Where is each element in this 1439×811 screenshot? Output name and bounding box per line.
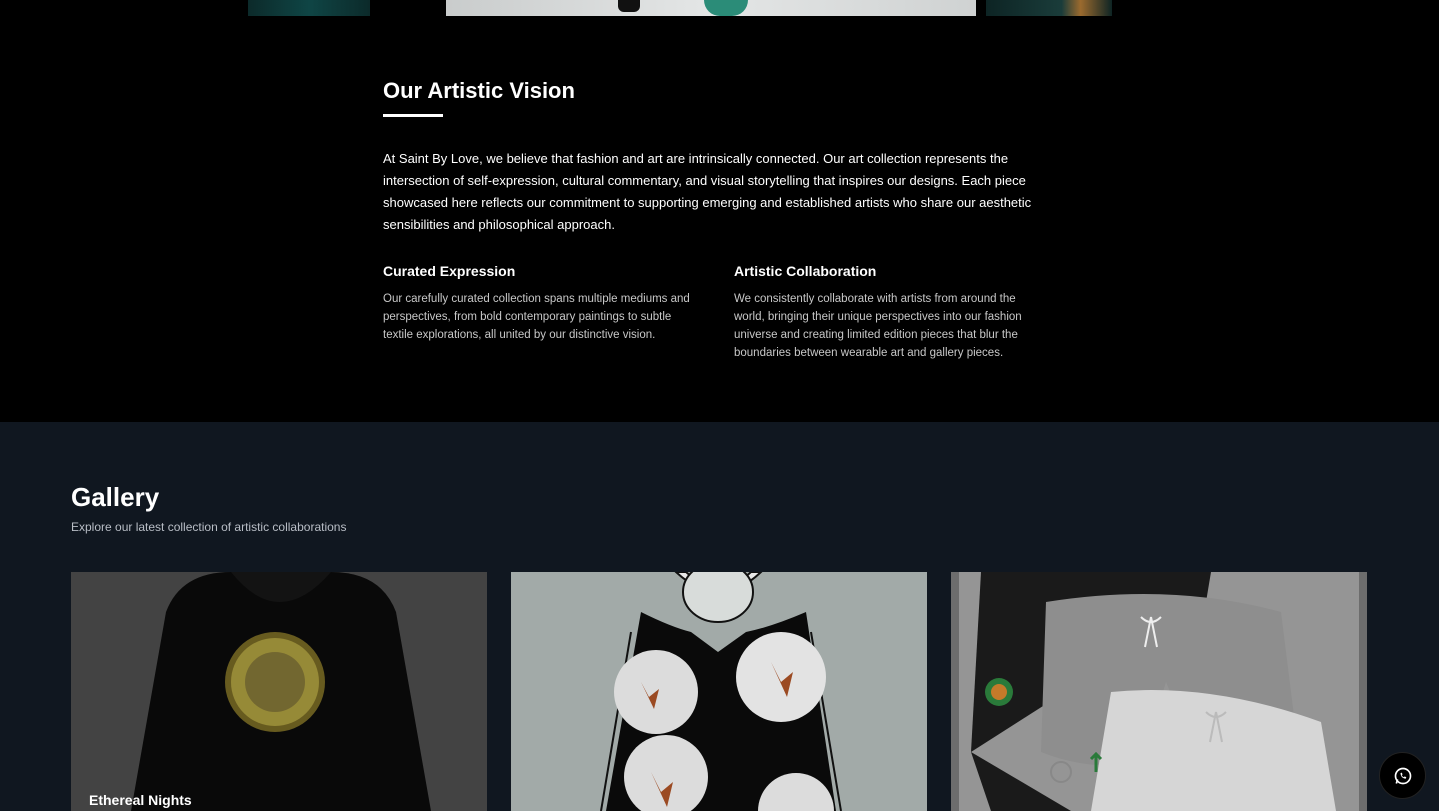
title-underline	[383, 114, 443, 117]
tshirt-image	[511, 572, 927, 811]
gallery-subtitle: Explore our latest collection of artisti…	[71, 520, 347, 534]
art-image-left[interactable]	[248, 0, 370, 16]
feature-curated-expression: Curated Expression Our carefully curated…	[383, 262, 698, 344]
gallery-title: Gallery	[71, 482, 160, 512]
top-image-strip	[0, 0, 1439, 16]
feature-artistic-collaboration: Artistic Collaboration We consistently c…	[734, 262, 1049, 362]
hoodie-image	[71, 572, 487, 811]
gallery-card[interactable]	[951, 572, 1367, 811]
art-image-center[interactable]	[446, 0, 976, 16]
vision-title: Our Artistic Vision	[383, 78, 575, 103]
vision-intro: At Saint By Love, we believe that fashio…	[383, 151, 1032, 232]
art-image-right[interactable]	[986, 0, 1112, 16]
whatsapp-icon	[1394, 767, 1411, 784]
gallery-card[interactable]	[511, 572, 927, 811]
shorts-image	[951, 572, 1367, 811]
artistic-vision-section: Our Artistic Vision At Saint By Love, we…	[383, 78, 1053, 359]
feature-title: Artistic Collaboration	[734, 263, 877, 279]
gallery-card[interactable]: Ethereal Nights	[71, 572, 487, 811]
feature-title: Curated Expression	[383, 263, 516, 279]
feature-text: Our carefully curated collection spans m…	[383, 293, 690, 341]
feature-text: We consistently collaborate with artists…	[734, 293, 1022, 359]
whatsapp-button[interactable]	[1379, 752, 1426, 799]
card-caption: Ethereal Nights	[89, 792, 192, 808]
gallery-section: Gallery Explore our latest collection of…	[0, 422, 1439, 811]
